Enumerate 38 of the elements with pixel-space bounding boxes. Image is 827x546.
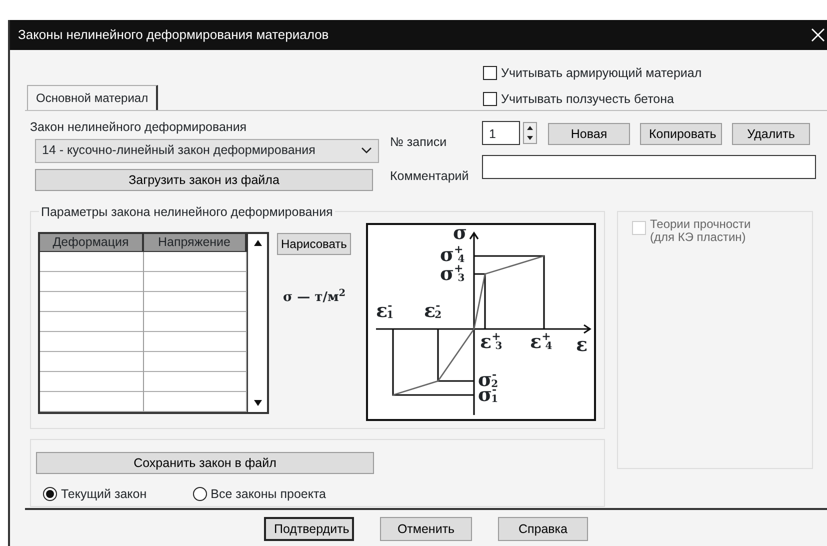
checkbox[interactable] [483, 66, 497, 80]
field-label: № записи [390, 134, 447, 150]
field-label: Комментарий [390, 168, 469, 185]
radio-button[interactable] [43, 486, 57, 501]
radio-label: Все законы проекта [210, 486, 326, 503]
dialog-button[interactable]: Справка [498, 516, 588, 540]
scroll-up-icon[interactable] [252, 238, 262, 246]
record-button[interactable]: Удалить [732, 122, 810, 144]
comment-field[interactable] [482, 154, 816, 178]
record-button[interactable]: Копировать [640, 122, 722, 144]
tab[interactable]: Основной материал [27, 84, 158, 110]
record-button[interactable]: Новая [548, 122, 630, 144]
record-number-field[interactable]: 1 [482, 120, 520, 144]
dropdown-value: 14 - кусочно-линейный закон деформирования [42, 142, 316, 160]
field-label: Закон нелинейного деформирования [30, 118, 247, 136]
load-button[interactable]: Загрузить закон из файла [35, 168, 373, 190]
draw-button[interactable]: Нарисовать [277, 232, 351, 254]
dialog-button[interactable]: Подтвердить [264, 516, 354, 540]
scroll-down-icon[interactable] [252, 398, 262, 406]
axis-label: σ [453, 224, 468, 242]
axis-label: ε [576, 336, 588, 354]
spinner-icon[interactable] [523, 122, 537, 144]
window-title: Законы нелинейного деформирования материалов [18, 26, 329, 44]
save-button[interactable]: Сохранить закон в файл [36, 452, 374, 474]
close-icon[interactable] [811, 28, 825, 42]
dialog-button[interactable]: Отменить [380, 516, 472, 540]
column-header[interactable]: Деформация [40, 234, 144, 252]
checkbox-label: Учитывать армирующий материал [501, 65, 702, 82]
column-header[interactable]: Напряжение [144, 234, 247, 252]
checkbox[interactable] [483, 92, 497, 106]
radio-label: Текущий закон [61, 486, 147, 503]
data-grid[interactable]: Деформация Напряжение [38, 232, 269, 414]
chevron-icon [361, 147, 372, 154]
radio-button[interactable] [192, 486, 207, 501]
checkbox-label: Теории прочности (для КЭ пластин) [650, 218, 752, 246]
checkbox-label: Учитывать ползучесть бетона [501, 90, 674, 108]
units-label: σ — т/м$^{2}$ [283, 288, 346, 306]
law-dropdown[interactable]: 14 - кусочно-линейный закон деформирования [35, 138, 379, 162]
